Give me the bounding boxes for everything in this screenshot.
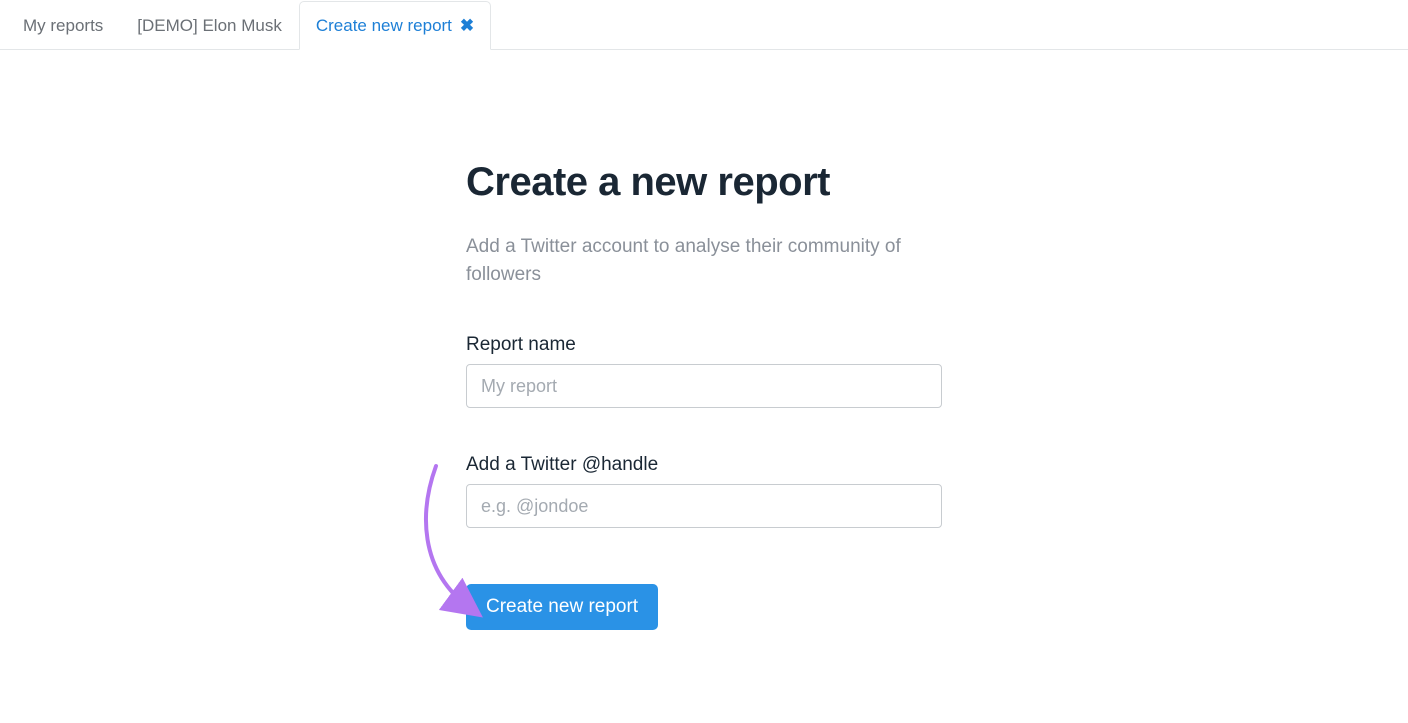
report-name-label: Report name [466, 334, 942, 356]
page-title: Create a new report [466, 160, 942, 205]
tab-label: [DEMO] Elon Musk [137, 16, 282, 36]
create-report-form: Create a new report Add a Twitter accoun… [466, 160, 942, 630]
page-subtitle: Add a Twitter account to analyse their c… [466, 233, 942, 288]
field-twitter-handle: Add a Twitter @handle [466, 454, 942, 528]
tab-bar: My reports [DEMO] Elon Musk Create new r… [0, 0, 1408, 50]
tab-label: Create new report [316, 16, 452, 36]
create-report-button[interactable]: Create new report [466, 584, 658, 630]
tab-label: My reports [23, 16, 103, 36]
report-name-input[interactable] [466, 364, 942, 408]
twitter-handle-input[interactable] [466, 484, 942, 528]
twitter-handle-label: Add a Twitter @handle [466, 454, 942, 476]
tab-my-reports[interactable]: My reports [6, 1, 120, 50]
main-content: Create a new report Add a Twitter accoun… [0, 50, 1408, 630]
close-icon[interactable]: ✖ [460, 16, 474, 36]
tab-demo-elon-musk[interactable]: [DEMO] Elon Musk [120, 1, 299, 50]
tab-create-new-report[interactable]: Create new report ✖ [299, 1, 491, 50]
field-report-name: Report name [466, 334, 942, 408]
